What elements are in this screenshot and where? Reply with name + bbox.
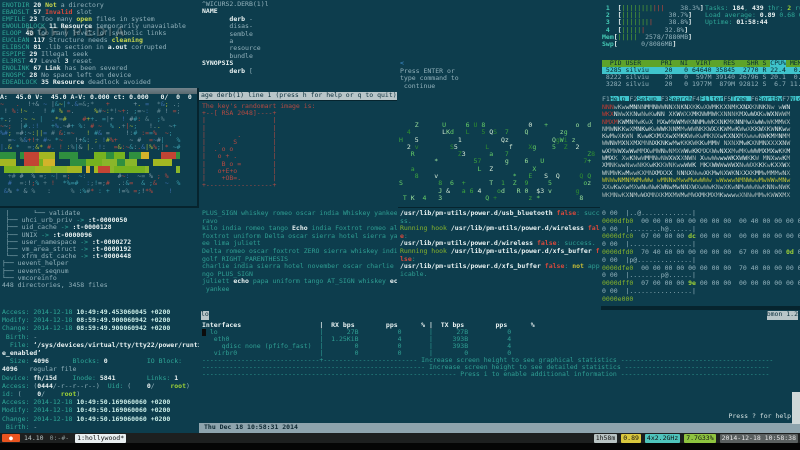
bmon-date-bar: Thu Dec 18 10:58:31 2014 (199, 423, 800, 433)
bmon-interface-table: Interfaces | RX bps pps % | TX bps pps %… (199, 322, 800, 378)
hexdump-pane[interactable]: 0 00 |..@.............|0000dfb0 00 00 00… (600, 208, 800, 306)
phonetic-alphabet-pane[interactable]: PLUS_SIGN whiskey romeo oscar india Whis… (199, 208, 398, 310)
ubuntu-logo-icon: ● (2, 434, 20, 442)
terminal-multiplexer-screen: SOFTPEDIA ENOTDIR 20 Not a directoryEBAD… (0, 0, 800, 450)
ascii-art-pane[interactable]: NNNwKwwMNNNMMNWWNNXNKNXKKwXWMKKXNMKXNXKN… (600, 101, 800, 209)
pm-utils-log-pane[interactable]: /usr/lib/pm-utils/power.d/usb_bluetooth … (397, 208, 601, 310)
ssh-randomart-pane[interactable]: The key's randomart image is:+--[ RSA 20… (199, 101, 398, 208)
file-stat-pane[interactable]: Access: 2014-12-18 10:49:49.453060045 +0… (0, 306, 199, 435)
man-page-pane[interactable]: ^WICURS2.DERB(1)lNAME derb - disas- semb… (199, 0, 398, 100)
slab-tree-pane[interactable]: │ └── validate ├── uhci_urb_priv -> :t-0… (0, 208, 199, 306)
datetime-badge: 2014-12-18 10:58:38 (720, 434, 798, 443)
mplayer-status-line: A: 45.0 V: 45.0 A-V: 0.000 ct: 0.000 0/ … (0, 94, 197, 101)
tmux-status-bar: ● 14.10 0:-#- 1:hollywood* 1h58m 0.89 4x… (0, 433, 800, 443)
matrix-rain-pane[interactable]: Z U 6 U 8 0 + o d 4 LKd L 5 QS 7 Q zg H … (397, 121, 600, 207)
tmux-window-1-tab[interactable]: 1:hollywood* (75, 434, 126, 443)
ascii-video-pane[interactable]: A: 45.0 V: 45.0 A-V: 0.000 ct: 0.000 0/ … (0, 88, 197, 206)
load-badge: 0.89 (621, 434, 641, 443)
htop-summary: Tasks: 184, 439 thr; 2 runLoad average: … (705, 5, 800, 27)
tmux-window-0-tab[interactable]: 0:-#- (48, 434, 72, 443)
bmon-help-hint: Press ? for help. (728, 413, 795, 420)
man-status-bar: age derb(1) line 1 (press h for help or … (199, 92, 398, 100)
htop-pane[interactable]: 1 [||||||||||| 38.3%] 2 [||||| 30.7%] 3 … (600, 0, 800, 104)
memory-badge: 7.7G33% (684, 434, 715, 443)
uptime-badge: 1h58m (594, 434, 618, 443)
ascii-video-mosaic: ~ . !+& ~ |&~|*.&=&;* + +. = *&; .; ! %:… (0, 101, 197, 195)
scrollbar[interactable] (792, 392, 800, 424)
os-version-label: 14.10 (24, 434, 44, 443)
bmon-interface-tab[interactable]: lo (201, 311, 209, 320)
errno-list-pane[interactable]: ENOTDIR 20 Not a directoryEBADSLT 57 Inv… (0, 0, 199, 88)
man-page-text: ^WICURS2.DERB(1)lNAME derb - disas- semb… (202, 1, 398, 75)
process-table: PID USER PRI NI VIRT RES SHR S CPU% MEM%… (602, 60, 800, 88)
cpu-badge: 4x2.2GHz (645, 434, 680, 443)
softpedia-watermark: SOFTPEDIA (26, 24, 127, 39)
bmon-network-pane[interactable]: lo bmon 1.2 Interfaces | RX bps pps % | … (199, 310, 800, 433)
bottom-black-strip (0, 443, 800, 450)
bmon-version-label: bmon 1.2 (767, 311, 798, 320)
